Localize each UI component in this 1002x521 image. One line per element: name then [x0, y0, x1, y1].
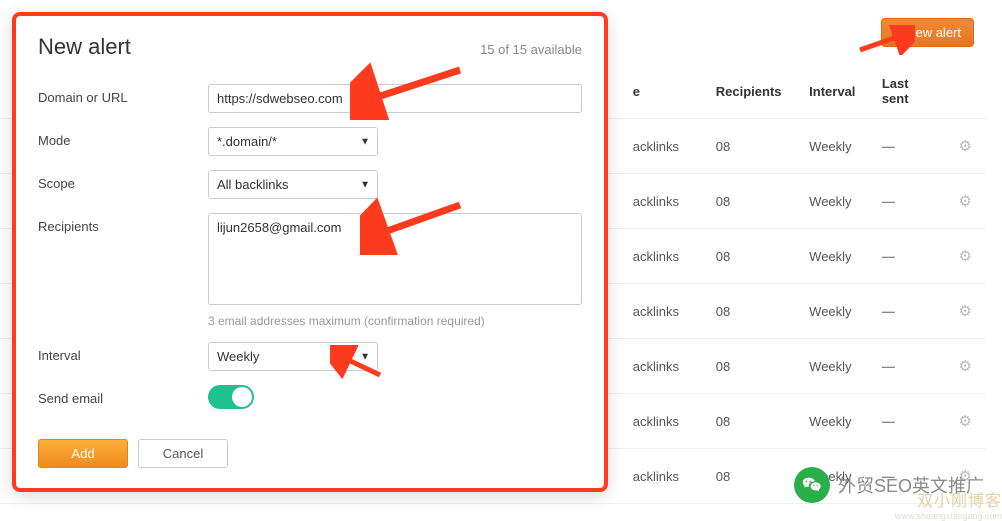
- col-last-sent: Last sent: [872, 64, 945, 119]
- new-alert-button[interactable]: + New alert: [881, 18, 974, 47]
- cell-interval: Weekly: [799, 229, 872, 284]
- plus-icon: +: [894, 25, 902, 40]
- gear-icon[interactable]: ⚙: [959, 413, 972, 430]
- wechat-icon: [794, 467, 830, 503]
- send-email-label: Send email: [38, 385, 208, 406]
- cell-scope: acklinks: [623, 119, 706, 174]
- cell-recipients: 08: [706, 119, 799, 174]
- gear-icon[interactable]: ⚙: [959, 248, 972, 265]
- col-scope: e: [623, 64, 706, 119]
- blog-watermark: 双小刚博客 www.shuangxiaogang.com: [895, 487, 1002, 521]
- cell-interval: Weekly: [799, 284, 872, 339]
- gear-icon[interactable]: ⚙: [959, 358, 972, 375]
- mode-label: Mode: [38, 127, 208, 148]
- domain-label: Domain or URL: [38, 84, 208, 105]
- gear-icon[interactable]: ⚙: [959, 193, 972, 210]
- cell-scope: acklinks: [623, 229, 706, 284]
- send-email-toggle[interactable]: [208, 385, 254, 409]
- cell-recipients: 08: [706, 394, 799, 449]
- cell-recipients: 08: [706, 339, 799, 394]
- cell-last-sent: —: [882, 139, 895, 154]
- modal-subtitle: 15 of 15 available: [480, 42, 582, 57]
- cell-scope: acklinks: [623, 284, 706, 339]
- cell-scope: acklinks: [623, 449, 706, 504]
- recipients-hint: 3 email addresses maximum (confirmation …: [208, 314, 582, 328]
- cell-last-sent: —: [882, 249, 895, 264]
- cell-interval: Weekly: [799, 119, 872, 174]
- cell-last-sent: —: [882, 304, 895, 319]
- cell-last-sent: —: [882, 414, 895, 429]
- cell-interval: Weekly: [799, 394, 872, 449]
- cell-recipients: 08: [706, 174, 799, 229]
- cell-interval: Weekly: [799, 174, 872, 229]
- cell-recipients: 08: [706, 229, 799, 284]
- cell-interval: Weekly: [799, 339, 872, 394]
- cancel-button[interactable]: Cancel: [138, 439, 228, 468]
- gear-icon[interactable]: ⚙: [959, 303, 972, 320]
- domain-input[interactable]: [208, 84, 582, 113]
- toggle-knob: [232, 387, 252, 407]
- recipients-label: Recipients: [38, 213, 208, 234]
- cell-recipients: 08: [706, 449, 799, 504]
- cell-recipients: 08: [706, 284, 799, 339]
- interval-label: Interval: [38, 342, 208, 363]
- gear-icon[interactable]: ⚙: [959, 138, 972, 155]
- cell-last-sent: —: [882, 194, 895, 209]
- modal-title: New alert: [38, 34, 131, 60]
- new-alert-modal: New alert 15 of 15 available Domain or U…: [12, 12, 608, 492]
- scope-label: Scope: [38, 170, 208, 191]
- scope-select[interactable]: All backlinks: [208, 170, 378, 199]
- new-alert-button-label: New alert: [906, 25, 961, 40]
- interval-select[interactable]: Weekly: [208, 342, 378, 371]
- cell-last-sent: —: [882, 359, 895, 374]
- mode-select[interactable]: *.domain/*: [208, 127, 378, 156]
- col-interval: Interval: [799, 64, 872, 119]
- add-button[interactable]: Add: [38, 439, 128, 468]
- col-recipients: Recipients: [706, 64, 799, 119]
- cell-scope: acklinks: [623, 339, 706, 394]
- recipients-textarea[interactable]: [208, 213, 582, 305]
- cell-scope: acklinks: [623, 394, 706, 449]
- cell-scope: acklinks: [623, 174, 706, 229]
